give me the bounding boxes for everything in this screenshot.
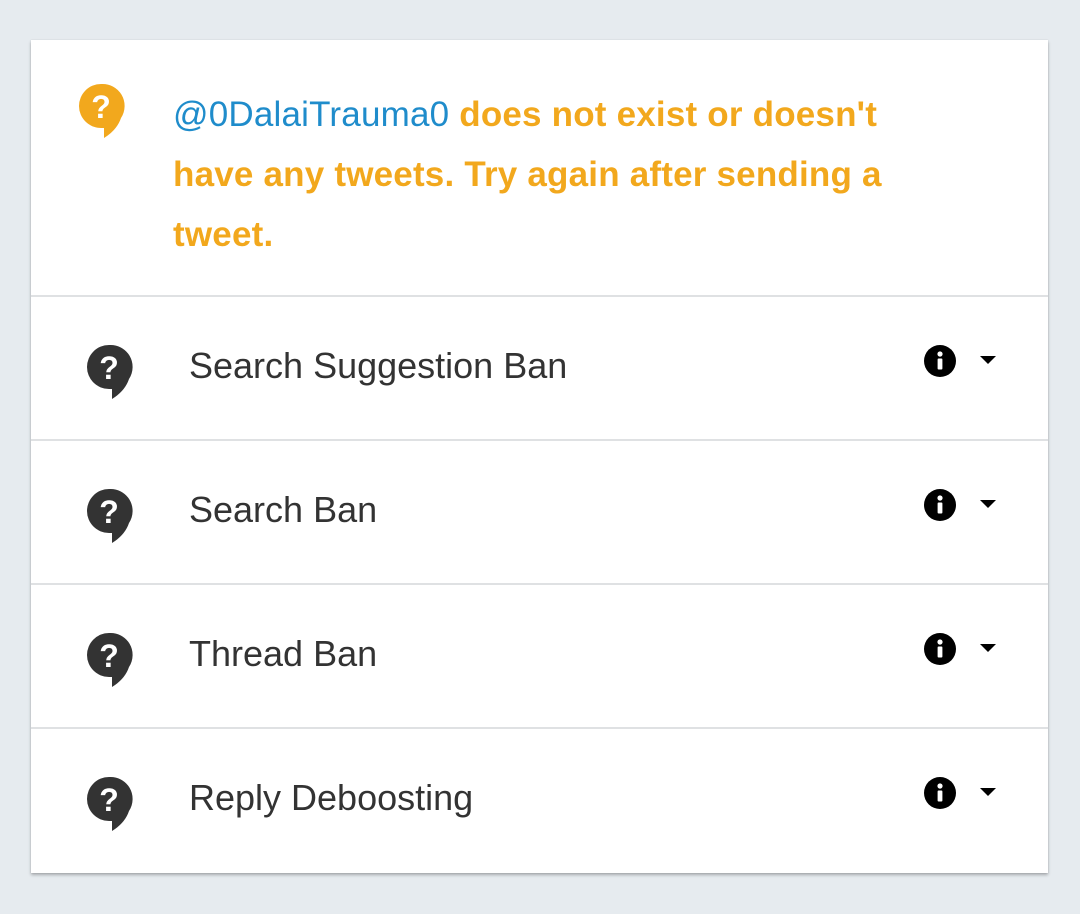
question-bubble-icon: ? (79, 83, 125, 138)
chevron-down-icon[interactable] (980, 355, 996, 365)
info-icon[interactable] (924, 489, 956, 521)
question-bubble-icon: ? (87, 776, 133, 831)
svg-text:?: ? (99, 494, 119, 530)
user-handle-link[interactable]: @0DalaiTrauma0 (173, 95, 449, 134)
svg-text:?: ? (99, 782, 119, 818)
svg-text:?: ? (99, 638, 119, 674)
check-label: Search Ban (189, 489, 378, 530)
info-icon[interactable] (924, 777, 956, 809)
question-bubble-icon: ? (87, 344, 133, 399)
check-row-search-suggestion-ban[interactable]: ? Search Suggestion Ban (31, 297, 1048, 441)
check-row-thread-ban[interactable]: ? Thread Ban (31, 585, 1048, 729)
chevron-down-icon[interactable] (980, 499, 996, 509)
svg-text:?: ? (91, 89, 111, 125)
results-card: ? @0DalaiTrauma0 does not exist or doesn… (31, 40, 1048, 873)
check-label: Reply Deboosting (189, 777, 474, 818)
check-label: Thread Ban (189, 633, 378, 674)
check-row-search-ban[interactable]: ? Search Ban (31, 441, 1048, 585)
check-label: Search Suggestion Ban (189, 345, 568, 386)
check-row-reply-deboosting[interactable]: ? Reply Deboosting (31, 729, 1048, 875)
status-message: @0DalaiTrauma0 does not exist or doesn't… (173, 85, 933, 265)
svg-text:?: ? (99, 350, 119, 386)
question-bubble-icon: ? (87, 488, 133, 543)
chevron-down-icon[interactable] (980, 787, 996, 797)
info-icon[interactable] (924, 345, 956, 377)
info-icon[interactable] (924, 633, 956, 665)
chevron-down-icon[interactable] (980, 643, 996, 653)
status-header: ? @0DalaiTrauma0 does not exist or doesn… (31, 40, 1048, 297)
question-bubble-icon: ? (87, 632, 133, 687)
